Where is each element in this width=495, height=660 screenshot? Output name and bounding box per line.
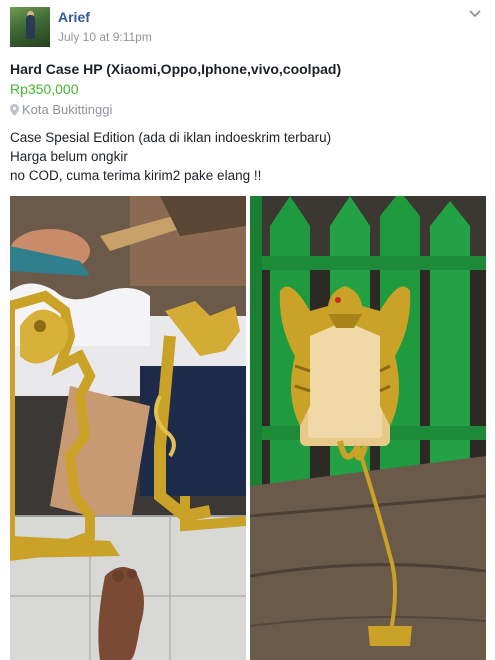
workshop-photo-illustration <box>10 196 246 660</box>
marketplace-post: Arief July 10 at 9:11pm Hard Case HP (Xi… <box>0 0 495 660</box>
post-timestamp[interactable]: July 10 at 9:11pm <box>58 30 152 44</box>
avatar[interactable] <box>10 7 50 47</box>
description-line: Case Spesial Edition (ada di iklan indoe… <box>10 130 332 145</box>
listing-photo-1[interactable] <box>10 196 246 660</box>
chevron-down-icon[interactable] <box>467 8 483 20</box>
listing-photo-2[interactable] <box>250 196 486 660</box>
description-line: no COD, cuma terima kirim2 pake elang !! <box>10 168 262 183</box>
listing-location[interactable]: Kota Bukittinggi <box>10 102 112 117</box>
avatar-figure <box>26 15 35 39</box>
author-name[interactable]: Arief <box>58 9 90 25</box>
listing-title: Hard Case HP (Xiaomi,Oppo,Iphone,vivo,co… <box>10 61 342 77</box>
case-photo-illustration <box>250 196 486 660</box>
description-line: Harga belum ongkir <box>10 149 128 164</box>
location-label: Kota Bukittinggi <box>22 102 113 117</box>
map-pin-icon <box>10 103 19 116</box>
listing-price: Rp350,000 <box>10 81 79 97</box>
listing-description: Case Spesial Edition (ada di iklan indoe… <box>10 128 331 185</box>
